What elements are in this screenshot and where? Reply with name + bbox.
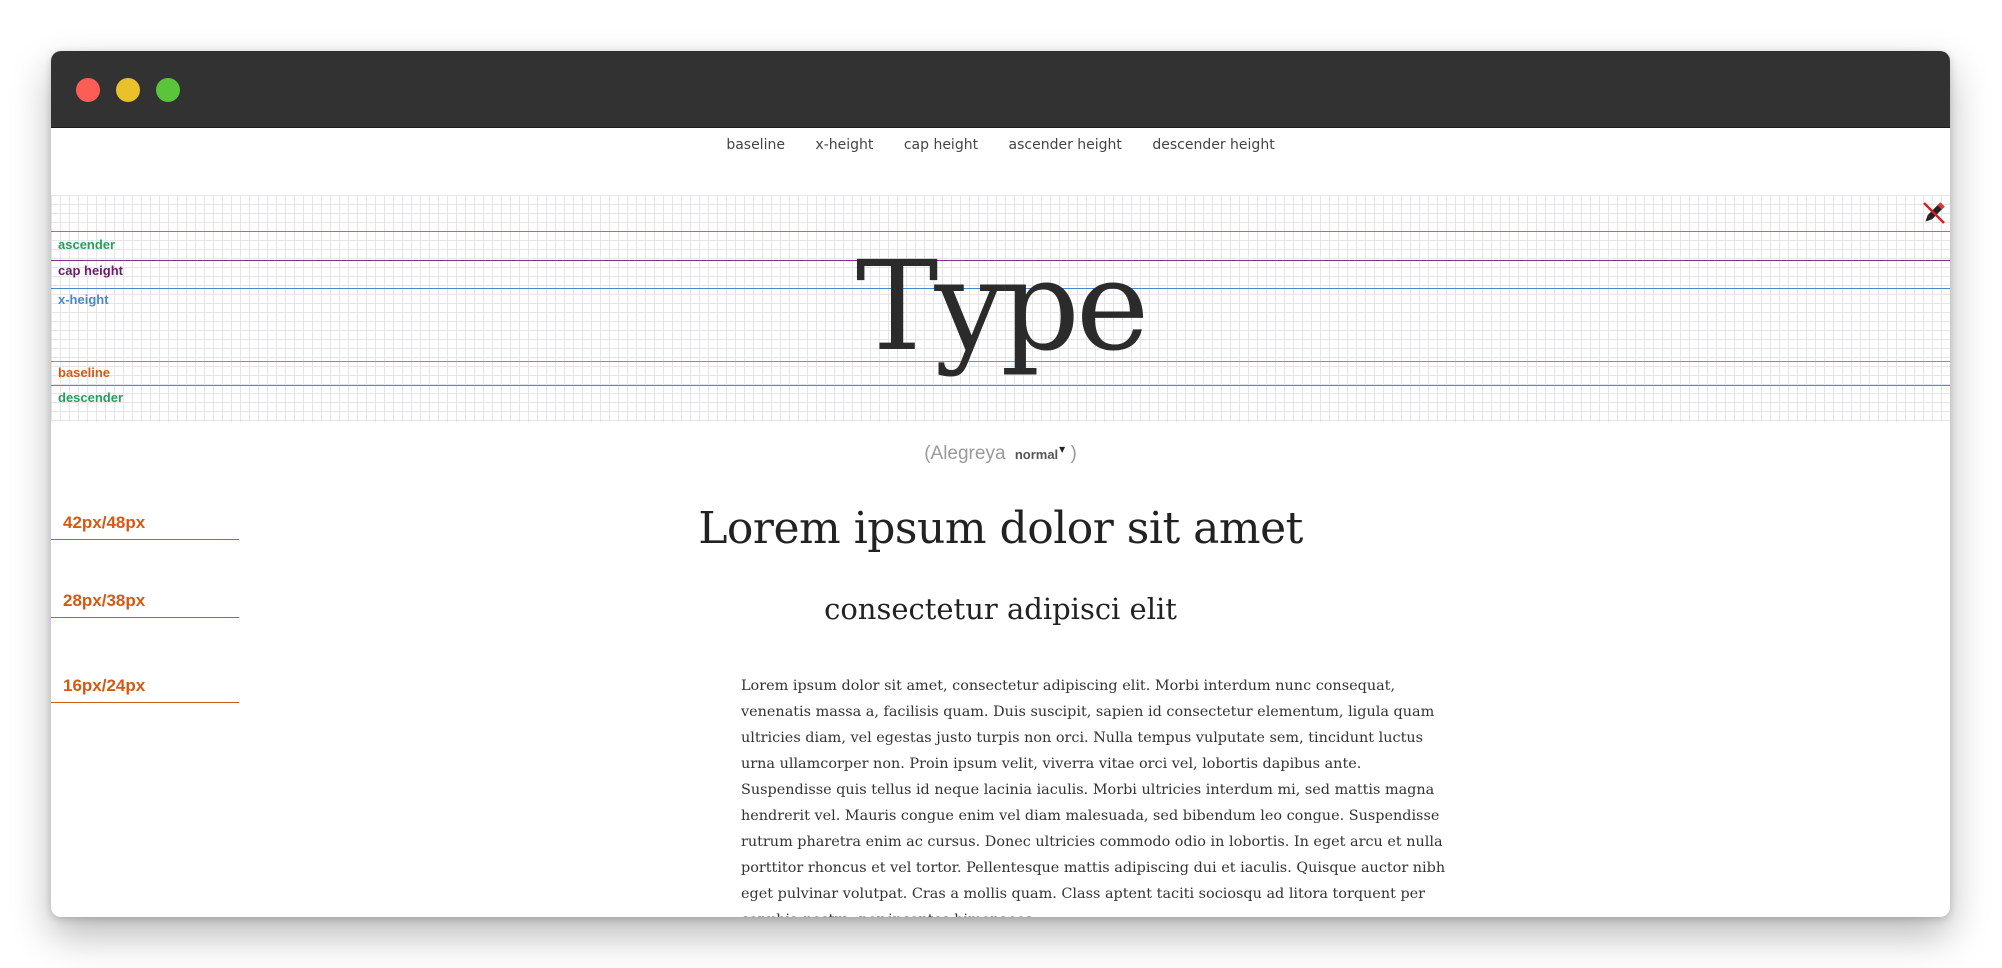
specimen-grid: ascender cap height x-height baseline de… <box>51 195 1950 422</box>
ascender-line <box>51 231 1950 232</box>
size-label-text: 16px/24px <box>63 676 146 695</box>
nav-link-ascender-height[interactable]: ascender height <box>1009 137 1122 153</box>
desktop-background: baseline x-height cap height ascender he… <box>0 0 2002 968</box>
descender-line <box>51 385 1950 386</box>
font-weight-select[interactable]: normal <box>1015 447 1058 462</box>
size-label-body: 16px/24px <box>51 674 239 703</box>
pencil-icon[interactable] <box>1921 200 1947 226</box>
nav-link-cap-height[interactable]: cap height <box>904 137 978 153</box>
specimen-word: Type <box>855 235 1150 379</box>
descender-label: descender <box>58 390 124 405</box>
close-button[interactable] <box>76 78 100 102</box>
zoom-button[interactable] <box>156 78 180 102</box>
chevron-down-icon[interactable]: ▾ <box>1059 442 1065 456</box>
sample-subheading: consectetur adipisci elit <box>824 592 1177 626</box>
minimize-button[interactable] <box>116 78 140 102</box>
font-selector-close-paren: ) <box>1070 443 1077 464</box>
window-titlebar <box>51 51 1950 128</box>
sample-heading: Lorem ipsum dolor sit amet <box>698 503 1303 554</box>
nav-link-x-height[interactable]: x-height <box>815 137 873 153</box>
sample-paragraph: Lorem ipsum dolor sit amet, consectetur … <box>741 678 1446 917</box>
font-name: Alegreya <box>930 443 1006 464</box>
nav-link-baseline[interactable]: baseline <box>726 137 785 153</box>
browser-window: baseline x-height cap height ascender he… <box>51 51 1950 917</box>
nav-link-descender-height[interactable]: descender height <box>1152 137 1274 153</box>
guide-nav: baseline x-height cap height ascender he… <box>51 137 1950 153</box>
font-selector[interactable]: (Alegreya normal▾ ) <box>51 442 1950 465</box>
